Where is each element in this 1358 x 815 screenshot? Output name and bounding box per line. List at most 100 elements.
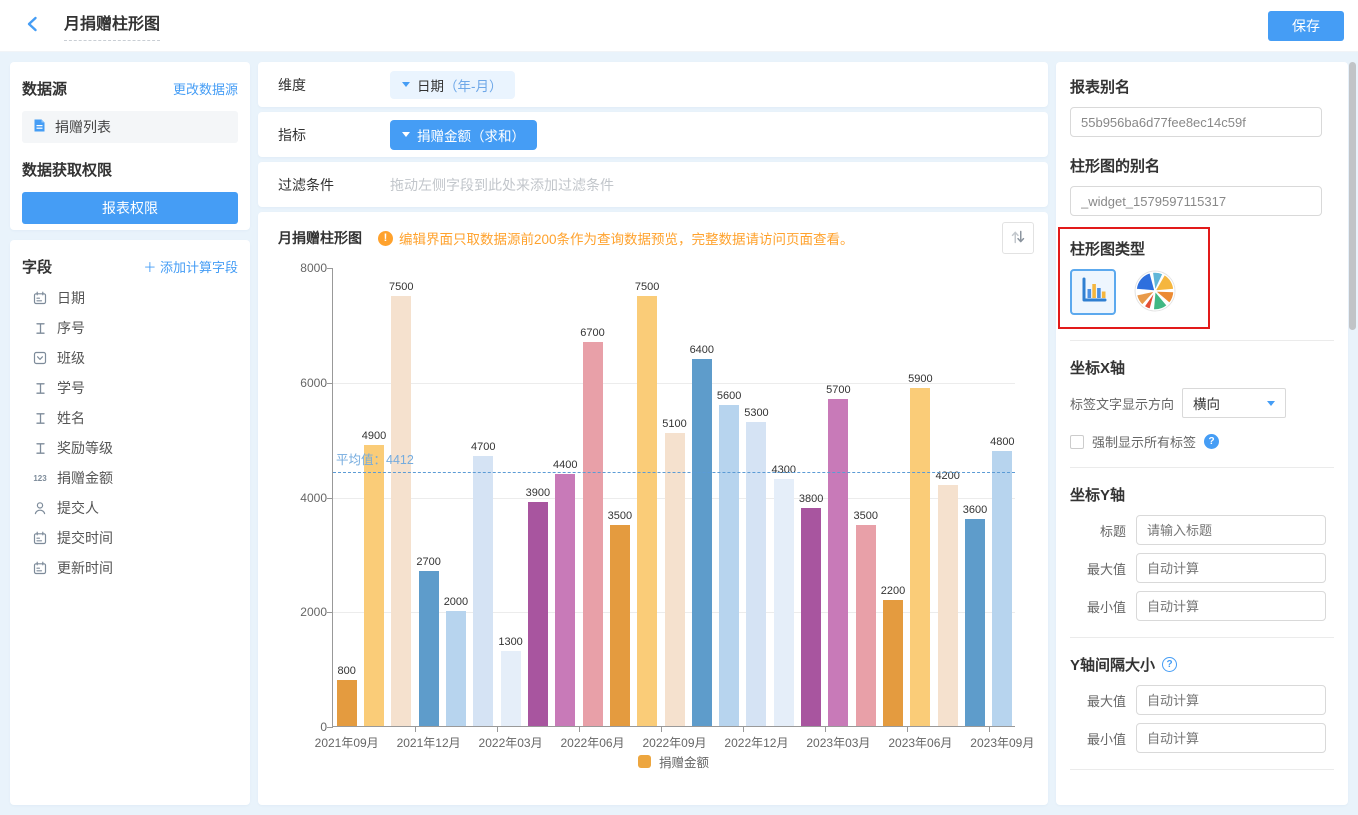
bar[interactable] xyxy=(828,399,848,726)
datasource-item[interactable]: 捐赠列表 xyxy=(22,111,238,143)
field-item[interactable]: 奖励等级 xyxy=(22,433,238,463)
y-interval-min-label: 最小值 xyxy=(1070,729,1126,748)
bar[interactable] xyxy=(446,611,466,726)
bar[interactable] xyxy=(910,388,930,727)
field-item[interactable]: 日期 xyxy=(22,283,238,313)
bar[interactable] xyxy=(774,479,794,726)
bar[interactable] xyxy=(528,502,548,726)
force-show-labels-checkbox[interactable] xyxy=(1070,435,1084,449)
filter-dropzone-placeholder: 拖动左侧字段到此处来添加过滤条件 xyxy=(390,175,614,195)
help-icon[interactable]: ? xyxy=(1204,434,1219,449)
x-axis-tick-label: 2023年09月 xyxy=(959,734,1045,751)
y-axis-tick xyxy=(327,727,333,728)
scrollbar-thumb[interactable] xyxy=(1349,62,1356,330)
chart-legend[interactable]: 捐赠金额 xyxy=(332,752,1015,771)
y-axis-max-label: 最大值 xyxy=(1070,559,1126,578)
bar[interactable] xyxy=(610,525,630,726)
legend-label: 捐赠金额 xyxy=(659,752,709,771)
plus-icon: ＋ xyxy=(143,260,160,275)
field-item[interactable]: 学号 xyxy=(22,373,238,403)
y-axis-caption-input[interactable] xyxy=(1136,515,1326,545)
bar[interactable] xyxy=(856,525,876,726)
label-direction-select[interactable]: 横向 xyxy=(1182,388,1286,418)
field-item[interactable]: 班级 xyxy=(22,343,238,373)
calendar-icon xyxy=(32,291,48,305)
bar[interactable] xyxy=(965,519,985,726)
y-interval-title: Y轴间隔大小 xyxy=(1070,654,1155,675)
y-axis-min-input[interactable] xyxy=(1136,591,1326,621)
back-button[interactable] xyxy=(24,15,46,37)
bar[interactable] xyxy=(473,456,493,726)
bar[interactable] xyxy=(391,296,411,726)
save-button[interactable]: 保存 xyxy=(1268,11,1344,41)
metric-tag[interactable]: 捐赠金额（求和） xyxy=(390,120,537,150)
dimension-tag[interactable]: 日期（年-月） xyxy=(390,71,515,99)
bar-value-label: 5300 xyxy=(733,407,779,419)
x-axis-tick-label: 2022年03月 xyxy=(468,734,554,751)
bar[interactable] xyxy=(692,359,712,726)
divider xyxy=(1070,637,1334,638)
y-interval-max-label: 最大值 xyxy=(1070,691,1126,710)
page-title[interactable]: 月捐赠柱形图 xyxy=(64,10,160,41)
widget-alias-input[interactable] xyxy=(1070,186,1322,216)
help-icon[interactable]: ? xyxy=(1162,657,1177,672)
bar[interactable] xyxy=(583,342,603,726)
report-permission-button[interactable]: 报表权限 xyxy=(22,192,238,224)
bar[interactable] xyxy=(364,445,384,726)
field-item[interactable]: 提交人 xyxy=(22,493,238,523)
bar[interactable] xyxy=(637,296,657,726)
filter-row[interactable]: 过滤条件 拖动左侧字段到此处来添加过滤条件 xyxy=(258,162,1048,207)
force-show-labels-label: 强制显示所有标签 xyxy=(1092,432,1196,451)
field-item[interactable]: 姓名 xyxy=(22,403,238,433)
fields-title: 字段 xyxy=(22,256,52,277)
bar[interactable] xyxy=(938,485,958,726)
bar[interactable] xyxy=(555,474,575,726)
legend-swatch xyxy=(638,755,651,768)
bar[interactable] xyxy=(719,405,739,726)
pie-chart-icon xyxy=(1134,270,1176,315)
field-item[interactable]: 123捐赠金额 xyxy=(22,463,238,493)
select-icon xyxy=(32,351,48,365)
chevron-down-icon xyxy=(402,132,410,137)
field-item-label: 班级 xyxy=(57,348,85,368)
bar[interactable] xyxy=(883,600,903,726)
bar[interactable] xyxy=(801,508,821,726)
change-datasource-link[interactable]: 更改数据源 xyxy=(173,79,238,98)
bar-value-label: 3900 xyxy=(515,487,561,499)
chart-type-bar-option[interactable] xyxy=(1070,269,1116,315)
x-axis-tick xyxy=(989,727,990,732)
field-item[interactable]: 序号 xyxy=(22,313,238,343)
field-item[interactable]: 提交时间 xyxy=(22,523,238,553)
average-line xyxy=(333,472,1015,473)
y-axis-title: 坐标Y轴 xyxy=(1070,484,1334,505)
x-axis-tick xyxy=(497,727,498,732)
bar-value-label: 800 xyxy=(324,665,370,677)
permission-title: 数据获取权限 xyxy=(22,159,238,180)
bar-value-label: 3500 xyxy=(843,510,889,522)
divider xyxy=(1070,467,1334,468)
y-axis-min-label: 最小值 xyxy=(1070,597,1126,616)
y-axis-max-input[interactable] xyxy=(1136,553,1326,583)
bar-value-label: 4300 xyxy=(761,464,807,476)
document-icon xyxy=(32,118,47,136)
datasource-item-label: 捐赠列表 xyxy=(55,117,111,137)
sort-arrows-icon xyxy=(1007,226,1029,251)
y-interval-min-input[interactable] xyxy=(1136,723,1326,753)
bar-value-label: 5900 xyxy=(897,373,943,385)
top-bar: 月捐赠柱形图 保存 xyxy=(0,0,1358,52)
field-item-label: 奖励等级 xyxy=(57,438,113,458)
chart-type-pie-option[interactable] xyxy=(1132,269,1178,315)
bar[interactable] xyxy=(665,433,685,726)
bar[interactable] xyxy=(501,651,521,726)
bar-value-label: 4700 xyxy=(460,441,506,453)
report-alias-input[interactable] xyxy=(1070,107,1322,137)
bar[interactable] xyxy=(992,451,1012,726)
field-item[interactable]: 更新时间 xyxy=(22,553,238,583)
sort-button[interactable] xyxy=(1002,222,1034,254)
add-calc-field-link[interactable]: ＋ 添加计算字段 xyxy=(143,257,238,276)
bar[interactable] xyxy=(419,571,439,726)
warning-icon: ! xyxy=(378,231,393,246)
y-interval-max-input[interactable] xyxy=(1136,685,1326,715)
bar[interactable] xyxy=(337,680,357,726)
y-axis-tick-label: 2000 xyxy=(283,605,327,619)
